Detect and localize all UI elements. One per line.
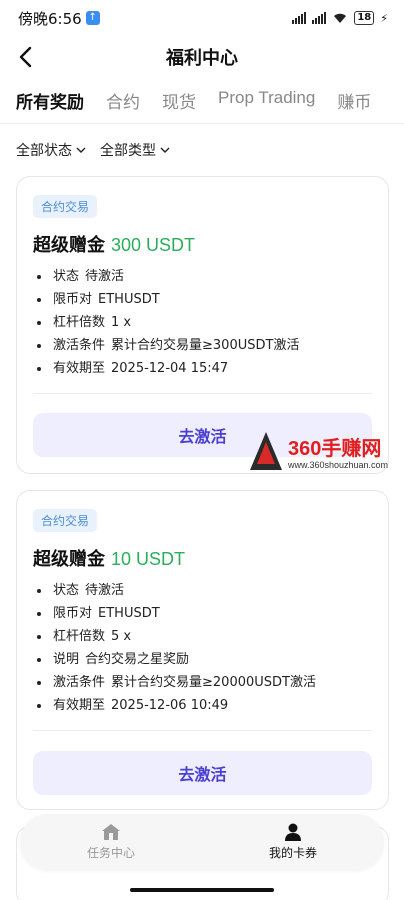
category-tag: 合约交易 — [33, 195, 98, 218]
nav-my-coupons[interactable]: 我的卡券 — [202, 814, 384, 870]
charging-icon: ⚡ — [380, 11, 388, 25]
detail-key: 杠杆倍数 — [53, 629, 106, 644]
signal-icon-2 — [312, 12, 327, 24]
home-icon — [102, 824, 120, 840]
status-time: 傍晚6:56 — [18, 9, 82, 28]
chevron-down-icon — [160, 147, 170, 153]
divider — [33, 393, 372, 394]
tab-earn[interactable]: 赚币 — [337, 82, 371, 113]
detail-list: 状态 待激活 限币对 ETHUSDT 杠杆倍数 1 x 激活条件 累计合约交易量≥300… — [37, 265, 299, 380]
nav-task-center[interactable]: 任务中心 — [20, 814, 202, 870]
detail-key: 激活条件 — [53, 338, 106, 353]
tab-all-rewards[interactable]: 所有奖励 — [16, 82, 84, 113]
detail-item: 限币对 ETHUSDT — [37, 602, 316, 625]
detail-item: 激活条件 累计合约交易量≥300USDT激活 — [37, 334, 299, 357]
detail-item: 说明 合约交易之星奖励 — [37, 648, 316, 671]
bonus-amount: 10 USDT — [111, 549, 186, 569]
type-filter-label: 全部类型 — [100, 143, 156, 159]
chevron-down-icon — [76, 147, 86, 153]
detail-item: 状态 待激活 — [37, 579, 316, 602]
bonus-name: 超级赠金 — [33, 549, 105, 570]
wifi-icon — [334, 13, 347, 23]
detail-item: 有效期至 2025-12-04 15:47 — [37, 357, 299, 380]
detail-key: 状态 — [53, 583, 80, 598]
detail-key: 限币对 — [53, 292, 93, 307]
category-tag: 合约交易 — [33, 509, 98, 532]
tab-futures[interactable]: 合约 — [106, 82, 140, 113]
bottom-nav: 任务中心 我的卡券 — [20, 814, 384, 870]
detail-item: 限币对 ETHUSDT — [37, 288, 299, 311]
home-indicator[interactable] — [130, 888, 274, 892]
detail-value: 累计合约交易量≥20000USDT激活 — [111, 675, 316, 690]
page-title: 福利中心 — [166, 48, 238, 69]
detail-item: 杠杆倍数 1 x — [37, 311, 299, 334]
status-bar: 傍晚6:56 ↑ 18 ⚡ — [0, 0, 404, 36]
signal-icon — [292, 12, 307, 24]
reward-card: 合约交易 超级赠金 10 USDT 状态 待激活 限币对 ETHUSDT 杠杆倍数 5 … — [16, 490, 389, 810]
tab-prop-trading[interactable]: Prop Trading — [218, 82, 315, 108]
card-title: 超级赠金 300 USDT — [33, 231, 195, 257]
bonus-name: 超级赠金 — [33, 235, 105, 256]
bonus-amount: 300 USDT — [111, 235, 196, 255]
divider — [33, 730, 372, 731]
user-icon — [285, 823, 301, 841]
detail-value: 累计合约交易量≥300USDT激活 — [111, 338, 300, 353]
detail-item: 有效期至 2025-12-06 10:49 — [37, 694, 316, 717]
detail-key: 有效期至 — [53, 698, 106, 713]
notification-icon: ↑ — [85, 11, 100, 25]
detail-item: 激活条件 累计合约交易量≥20000USDT激活 — [37, 671, 316, 694]
detail-list: 状态 待激活 限币对 ETHUSDT 杠杆倍数 5 x 说明 合约交易之星奖励 激活条件… — [37, 579, 316, 717]
detail-item: 杠杆倍数 5 x — [37, 625, 316, 648]
detail-value: 1 x — [111, 315, 132, 330]
detail-value: 2025-12-04 15:47 — [111, 361, 229, 376]
tab-spot[interactable]: 现货 — [162, 82, 196, 113]
detail-key: 状态 — [53, 269, 80, 284]
watermark-logo-icon — [250, 432, 282, 470]
type-filter-dropdown[interactable]: 全部类型 — [100, 140, 170, 160]
watermark: 360手赚网 www.360shouzhuan.com — [248, 428, 398, 478]
nav-bar: 福利中心 — [0, 36, 404, 78]
detail-value: 2025-12-06 10:49 — [111, 698, 229, 713]
battery-icon: 18 — [354, 11, 375, 25]
nav-task-center-label: 任务中心 — [86, 846, 135, 860]
activate-button[interactable]: 去激活 — [33, 751, 372, 795]
watermark-brand: 360手赚网 — [288, 438, 382, 460]
detail-item: 状态 待激活 — [37, 265, 299, 288]
detail-value: ETHUSDT — [98, 292, 160, 307]
detail-key: 限币对 — [53, 606, 93, 621]
status-filter-label: 全部状态 — [16, 143, 72, 159]
back-button[interactable] — [14, 44, 40, 70]
detail-value: 待激活 — [85, 269, 125, 284]
filter-bar: 全部状态 全部类型 — [16, 140, 170, 160]
detail-key: 杠杆倍数 — [53, 315, 106, 330]
detail-value: 5 x — [111, 629, 132, 644]
detail-value: 待激活 — [85, 583, 125, 598]
nav-my-coupons-label: 我的卡券 — [268, 846, 317, 860]
detail-value: 合约交易之星奖励 — [85, 652, 190, 667]
card-title: 超级赠金 10 USDT — [33, 545, 185, 571]
detail-key: 有效期至 — [53, 361, 106, 376]
status-filter-dropdown[interactable]: 全部状态 — [16, 140, 86, 160]
watermark-url: www.360shouzhuan.com — [288, 460, 389, 470]
detail-value: ETHUSDT — [98, 606, 160, 621]
detail-key: 说明 — [53, 652, 80, 667]
detail-key: 激活条件 — [53, 675, 106, 690]
status-icons: 18 ⚡ — [292, 11, 388, 25]
reward-tabs: 所有奖励 合约 现货 Prop Trading 赚币 — [0, 82, 404, 124]
